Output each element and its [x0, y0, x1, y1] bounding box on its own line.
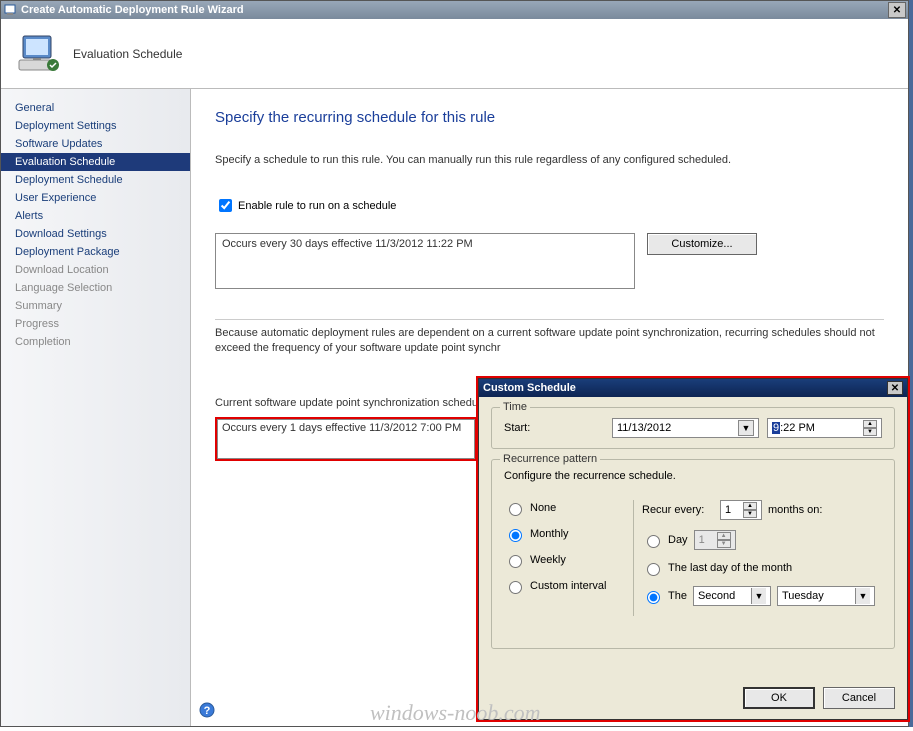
enable-schedule-checkbox[interactable]: [219, 199, 232, 212]
sidebar-item-deployment-package[interactable]: Deployment Package: [1, 243, 190, 261]
option-day[interactable]: Day: [642, 532, 688, 548]
app-icon: [3, 3, 17, 17]
close-button[interactable]: ✕: [888, 2, 906, 18]
recur-every-label: Recur every:: [642, 504, 714, 516]
sidebar-item-download-settings[interactable]: Download Settings: [1, 225, 190, 243]
sidebar-item-alerts[interactable]: Alerts: [1, 207, 190, 225]
window-title: Create Automatic Deployment Rule Wizard: [21, 4, 888, 16]
start-date-value: 11/13/2012: [617, 422, 671, 434]
info-text: Because automatic deployment rules are d…: [215, 326, 884, 357]
schedule-summary: Occurs every 30 days effective 11/3/2012…: [215, 233, 635, 289]
custom-schedule-dialog: Custom Schedule ✕ Time Start: 11/13/2012…: [478, 378, 908, 720]
help-icon[interactable]: ?: [199, 702, 215, 718]
time-spinner[interactable]: ▲▼: [863, 420, 877, 436]
header-title: Evaluation Schedule: [73, 47, 182, 61]
computer-icon: [15, 30, 63, 78]
option-weekly[interactable]: Weekly: [504, 552, 629, 568]
enable-schedule-row: Enable rule to run on a schedule: [215, 196, 884, 215]
day-spinner: ▲▼: [717, 532, 731, 548]
option-last-day[interactable]: The last day of the month: [642, 560, 792, 576]
date-dropdown-icon[interactable]: ▼: [738, 420, 754, 436]
start-date-input[interactable]: 11/13/2012 ▼: [612, 418, 759, 438]
recurrence-instruction: Configure the recurrence schedule.: [504, 470, 882, 482]
svg-text:?: ?: [204, 705, 211, 717]
sidebar-item-evaluation-schedule[interactable]: Evaluation Schedule: [1, 153, 190, 171]
sidebar-item-language-selection: Language Selection: [1, 279, 190, 297]
chevron-down-icon: ▼: [855, 588, 870, 604]
recur-unit-label: months on:: [768, 504, 822, 516]
sync-box-highlight: Occurs every 1 days effective 11/3/2012 …: [215, 417, 477, 461]
dialog-titlebar: Custom Schedule ✕: [479, 379, 907, 397]
recur-spinner[interactable]: ▲▼: [743, 502, 757, 518]
recurrence-body: None Monthly Weekly Custom interval Recu…: [504, 500, 882, 616]
sidebar-item-deployment-settings[interactable]: Deployment Settings: [1, 117, 190, 135]
header: Evaluation Schedule: [1, 19, 908, 89]
page-title: Specify the recurring schedule for this …: [215, 109, 884, 126]
sidebar-item-user-experience[interactable]: User Experience: [1, 189, 190, 207]
schedule-row: Occurs every 30 days effective 11/3/2012…: [215, 233, 884, 289]
sidebar-item-completion: Completion: [1, 333, 190, 351]
sidebar: GeneralDeployment SettingsSoftware Updat…: [1, 89, 191, 726]
recur-every-input[interactable]: 1 ▲▼: [720, 500, 762, 520]
weekday-select[interactable]: Tuesday▼: [777, 586, 875, 606]
dialog-title: Custom Schedule: [483, 382, 887, 394]
time-group-label: Time: [500, 401, 530, 413]
dialog-body: Time Start: 11/13/2012 ▼ 9:22 PM ▲▼ Recu…: [479, 397, 907, 687]
cancel-button[interactable]: Cancel: [823, 687, 895, 709]
ok-button[interactable]: OK: [743, 687, 815, 709]
recurrence-group: Recurrence pattern Configure the recurre…: [491, 459, 895, 649]
option-none[interactable]: None: [504, 500, 629, 516]
time-group: Time Start: 11/13/2012 ▼ 9:22 PM ▲▼: [491, 407, 895, 449]
dialog-close-button[interactable]: ✕: [887, 381, 903, 395]
option-custom-interval[interactable]: Custom interval: [504, 578, 629, 594]
start-row: Start: 11/13/2012 ▼ 9:22 PM ▲▼: [504, 418, 882, 438]
sync-schedule-summary: Occurs every 1 days effective 11/3/2012 …: [217, 419, 475, 459]
instruction-text: Specify a schedule to run this rule. You…: [215, 154, 884, 166]
sidebar-item-software-updates[interactable]: Software Updates: [1, 135, 190, 153]
chevron-down-icon: ▼: [751, 588, 766, 604]
sidebar-item-summary: Summary: [1, 297, 190, 315]
sidebar-item-progress: Progress: [1, 315, 190, 333]
start-time-value: 9:22 PM: [772, 422, 815, 434]
dialog-highlight: Custom Schedule ✕ Time Start: 11/13/2012…: [476, 376, 910, 722]
recurrence-type-column: None Monthly Weekly Custom interval: [504, 500, 634, 616]
start-time-input[interactable]: 9:22 PM ▲▼: [767, 418, 882, 438]
ordinal-select[interactable]: Second▼: [693, 586, 771, 606]
day-number-input: 1 ▲▼: [694, 530, 736, 550]
sidebar-item-general[interactable]: General: [1, 99, 190, 117]
sidebar-item-download-location: Download Location: [1, 261, 190, 279]
enable-schedule-label: Enable rule to run on a schedule: [238, 200, 396, 212]
start-label: Start:: [504, 422, 604, 434]
divider: [215, 319, 884, 320]
recurrence-group-label: Recurrence pattern: [500, 453, 600, 465]
recurrence-detail-column: Recur every: 1 ▲▼ months on: Day 1 ▲▼: [642, 500, 882, 616]
sidebar-item-deployment-schedule[interactable]: Deployment Schedule: [1, 171, 190, 189]
titlebar: Create Automatic Deployment Rule Wizard …: [1, 1, 908, 19]
option-monthly[interactable]: Monthly: [504, 526, 629, 542]
option-the[interactable]: The: [642, 588, 687, 604]
recur-every-row: Recur every: 1 ▲▼ months on:: [642, 500, 882, 520]
dialog-button-row: OK Cancel: [479, 687, 907, 719]
customize-button[interactable]: Customize...: [647, 233, 757, 255]
